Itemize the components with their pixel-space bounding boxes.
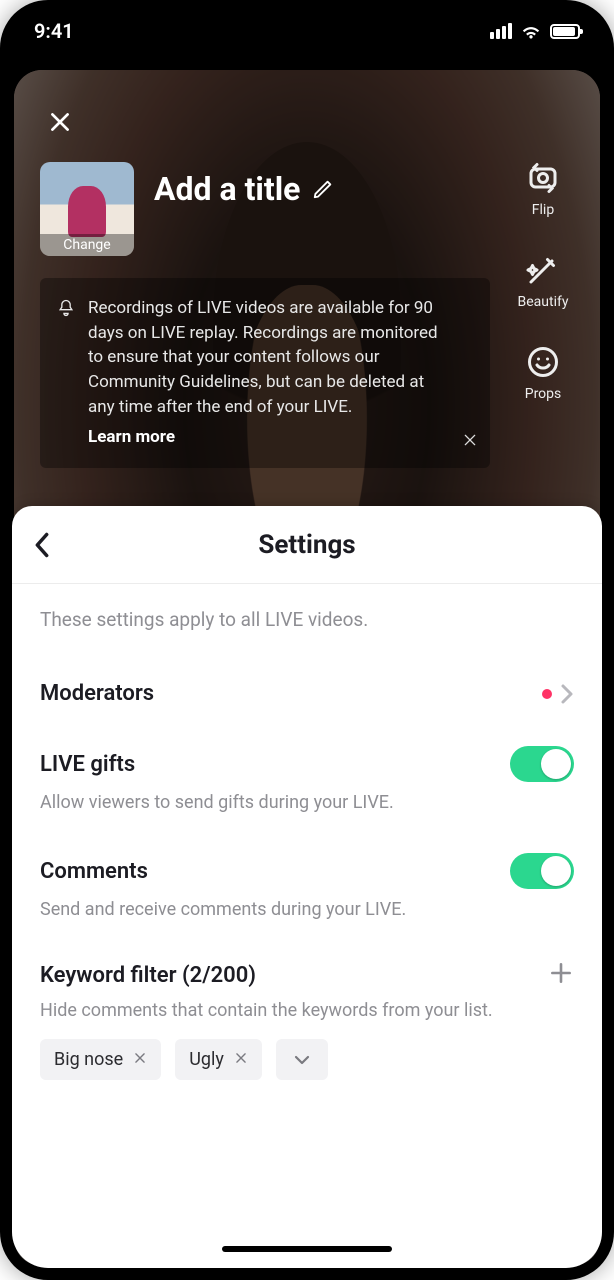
close-icon bbox=[133, 1051, 147, 1065]
pencil-icon bbox=[312, 178, 334, 200]
sheet-body: These settings apply to all LIVE videos.… bbox=[12, 584, 602, 1268]
keyword-chip-list: Big nose Ugly bbox=[40, 1039, 574, 1080]
sheet-header: Settings bbox=[12, 506, 602, 584]
flip-tool[interactable]: Flip bbox=[525, 160, 561, 218]
back-button[interactable] bbox=[22, 525, 62, 565]
sheet-hint: These settings apply to all LIVE videos. bbox=[40, 608, 574, 631]
battery-icon bbox=[550, 24, 580, 39]
wifi-icon bbox=[520, 23, 542, 39]
device-frame: 9:41 Change Add a title bbox=[0, 0, 614, 1280]
title-placeholder: Add a title bbox=[154, 170, 300, 208]
chip-remove-button[interactable] bbox=[133, 1049, 147, 1070]
comments-desc: Send and receive comments during your LI… bbox=[40, 899, 574, 920]
close-button[interactable] bbox=[40, 102, 80, 142]
wand-icon bbox=[525, 252, 561, 288]
status-indicators bbox=[490, 23, 580, 39]
close-icon bbox=[462, 432, 478, 448]
smile-icon bbox=[525, 344, 561, 380]
learn-more-link[interactable]: Learn more bbox=[88, 425, 175, 450]
info-text: Recordings of LIVE videos are available … bbox=[88, 298, 438, 417]
comments-toggle[interactable] bbox=[510, 853, 574, 889]
status-dot-icon bbox=[542, 689, 552, 699]
chevron-left-icon bbox=[32, 531, 52, 559]
cover-thumbnail[interactable]: Change bbox=[40, 162, 134, 256]
title-input[interactable]: Add a title bbox=[154, 170, 334, 208]
keyword-chip[interactable]: Ugly bbox=[175, 1039, 262, 1080]
moderators-label: Moderators bbox=[40, 681, 154, 706]
live-gifts-label: LIVE gifts bbox=[40, 752, 135, 777]
sheet-title: Settings bbox=[258, 530, 355, 560]
chevron-right-icon bbox=[560, 683, 574, 705]
props-tool[interactable]: Props bbox=[525, 344, 562, 402]
cellular-signal-icon bbox=[490, 23, 512, 39]
flip-icon bbox=[525, 160, 561, 196]
bell-icon bbox=[56, 298, 76, 318]
status-time: 9:41 bbox=[34, 19, 74, 43]
beautify-tool[interactable]: Beautify bbox=[518, 252, 569, 310]
live-gifts-toggle[interactable] bbox=[510, 746, 574, 782]
comments-label: Comments bbox=[40, 859, 148, 884]
keyword-filter-desc: Hide comments that contain the keywords … bbox=[40, 1000, 574, 1021]
live-gifts-row: LIVE gifts Allow viewers to send gifts d… bbox=[40, 734, 574, 841]
plus-icon bbox=[548, 960, 574, 986]
status-bar: 9:41 bbox=[0, 0, 614, 62]
flip-label: Flip bbox=[532, 202, 554, 218]
info-banner: Recordings of LIVE videos are available … bbox=[40, 278, 490, 468]
moderators-row[interactable]: Moderators bbox=[40, 669, 574, 734]
keyword-chip[interactable]: Big nose bbox=[40, 1039, 161, 1080]
beautify-label: Beautify bbox=[518, 294, 569, 310]
chevron-down-icon bbox=[294, 1054, 310, 1066]
keyword-chip-label: Big nose bbox=[54, 1049, 123, 1070]
cover-change-label: Change bbox=[40, 234, 134, 256]
live-gifts-desc: Allow viewers to send gifts during your … bbox=[40, 792, 574, 813]
info-dismiss-button[interactable] bbox=[462, 427, 478, 456]
side-tool-rail: Flip Beautify Props bbox=[508, 160, 578, 402]
settings-sheet: Settings These settings apply to all LIV… bbox=[12, 506, 602, 1268]
keyword-chip-label: Ugly bbox=[189, 1049, 224, 1070]
add-keyword-button[interactable] bbox=[548, 960, 574, 990]
chip-remove-button[interactable] bbox=[234, 1049, 248, 1070]
keyword-filter-label: Keyword filter (2/200) bbox=[40, 963, 256, 988]
props-label: Props bbox=[525, 386, 562, 402]
close-icon bbox=[47, 109, 73, 135]
home-indicator[interactable] bbox=[222, 1246, 392, 1252]
comments-row: Comments Send and receive comments durin… bbox=[40, 841, 574, 948]
close-icon bbox=[234, 1051, 248, 1065]
keyword-more-button[interactable] bbox=[276, 1039, 328, 1080]
keyword-filter-row: Keyword filter (2/200) Hide comments tha… bbox=[40, 948, 574, 1086]
